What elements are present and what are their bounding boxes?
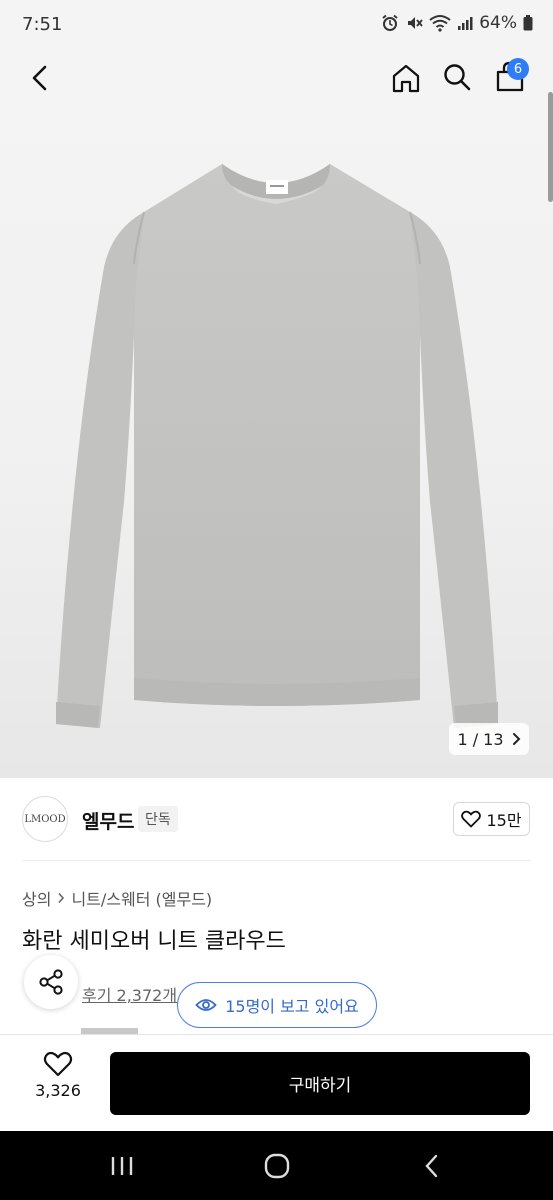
home-icon <box>392 64 420 93</box>
divider <box>22 860 531 861</box>
share-icon <box>39 969 63 995</box>
system-nav-bar <box>0 1131 553 1200</box>
viewers-indicator: 15명이 보고 있어요 <box>177 982 377 1028</box>
review-link[interactable]: 후기 2,372개 <box>82 982 177 1006</box>
image-counter[interactable]: 1 / 13 <box>449 723 529 755</box>
home-button[interactable] <box>386 58 426 98</box>
share-button[interactable] <box>24 955 78 1009</box>
back-nav-button[interactable] <box>412 1149 452 1183</box>
search-icon <box>444 64 471 91</box>
brand-logo[interactable]: LMOOD <box>22 796 68 842</box>
chevron-right-icon <box>512 733 520 745</box>
breadcrumb-category[interactable]: 상의 <box>22 886 51 910</box>
chevron-left-icon <box>32 65 47 91</box>
breadcrumb: 상의 니트/스웨터 (엘무드) <box>22 886 212 910</box>
search-button[interactable] <box>437 57 477 97</box>
mute-icon <box>408 17 423 29</box>
brand-row: LMOOD 엘무드 단독 15만 <box>0 778 553 860</box>
status-time: 7:51 <box>22 14 63 35</box>
scrollbar[interactable] <box>548 92 553 202</box>
recent-apps-icon <box>111 1157 133 1175</box>
eye-icon <box>195 999 217 1011</box>
back-chevron-icon <box>425 1154 438 1178</box>
battery-icon <box>523 15 533 31</box>
heart-icon <box>461 810 482 828</box>
bottom-bar: 3,326 구매하기 <box>0 1034 553 1131</box>
signal-icon <box>458 17 473 30</box>
brand-like-button[interactable]: 15만 <box>453 802 530 836</box>
wishlist-button[interactable]: 3,326 <box>22 1051 94 1113</box>
product-title: 화란 세미오버 니트 클라우드 <box>22 929 286 954</box>
home-nav-button[interactable] <box>257 1149 297 1183</box>
brand-like-count: 15만 <box>486 811 522 830</box>
exclusive-badge: 단독 <box>138 806 178 832</box>
sweater-illustration <box>56 164 498 728</box>
heart-icon <box>43 1051 73 1077</box>
wifi-icon <box>429 15 451 32</box>
recent-apps-button[interactable] <box>102 1149 142 1183</box>
image-counter-text: 1 / 13 <box>457 729 504 749</box>
brand-logo-text: LMOOD <box>24 813 66 825</box>
status-bar: 7:51 64% <box>0 0 553 52</box>
buy-button[interactable]: 구매하기 <box>110 1052 530 1115</box>
breadcrumb-subcategory[interactable]: 니트/스웨터 (엘무드) <box>71 886 212 910</box>
cart-count-badge: 6 <box>507 58 529 80</box>
brand-name[interactable]: 엘무드 <box>82 807 134 834</box>
product-image[interactable] <box>0 52 553 778</box>
battery-percent: 64% <box>479 13 517 33</box>
status-icons: 64% <box>381 13 533 33</box>
chevron-right-icon <box>58 892 65 904</box>
home-circle-icon <box>264 1153 290 1179</box>
alarm-icon <box>382 14 398 31</box>
viewers-text: 15명이 보고 있어요 <box>225 997 359 1016</box>
wishlist-count: 3,326 <box>35 1081 81 1100</box>
back-button[interactable] <box>20 58 60 98</box>
